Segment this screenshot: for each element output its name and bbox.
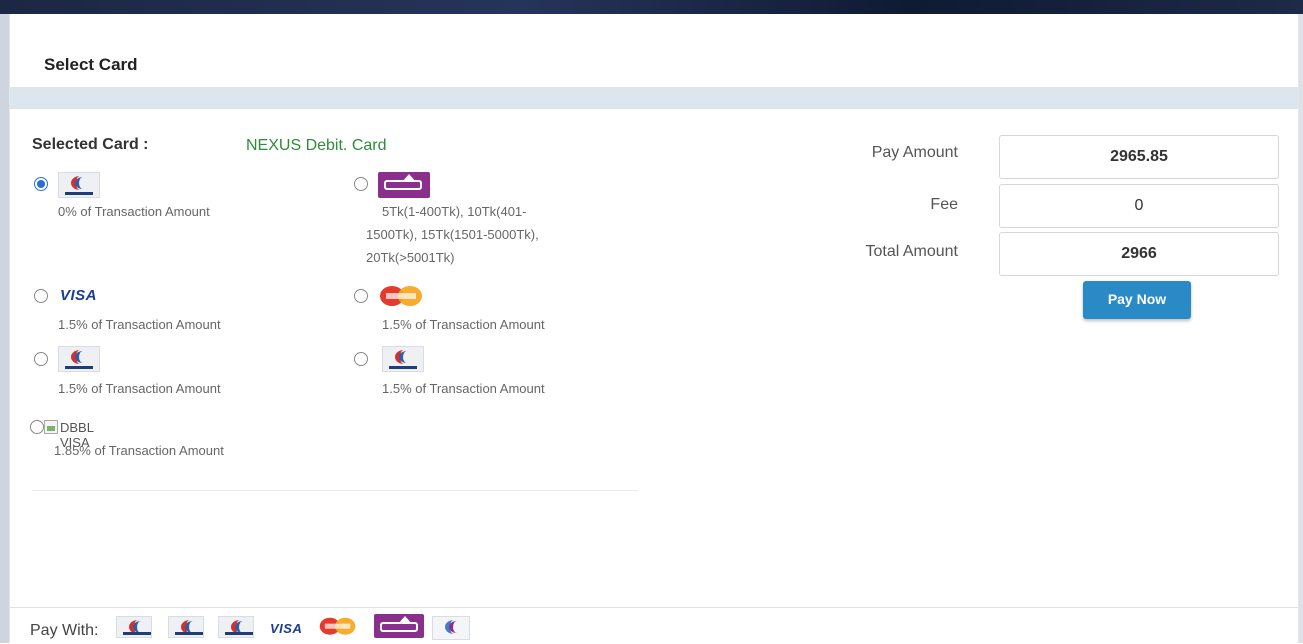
mastercard-logo bbox=[378, 284, 426, 308]
panel-title: Select Card bbox=[44, 55, 138, 74]
total-amount-field[interactable]: 2966 bbox=[999, 232, 1279, 276]
header-band bbox=[10, 87, 1298, 109]
dbbl-nexus-logo bbox=[218, 616, 254, 638]
pay-with-footer: Pay With: VISA bbox=[10, 607, 1298, 644]
mastercard-logo bbox=[318, 616, 359, 636]
radio-mastercard[interactable] bbox=[354, 289, 368, 303]
dbbl-nexus-logo bbox=[168, 616, 204, 638]
bkash-logo bbox=[374, 614, 424, 638]
fee-field[interactable]: 0 bbox=[999, 184, 1279, 228]
panel-header: Select Card bbox=[10, 14, 1298, 88]
total-amount-label: Total Amount bbox=[865, 243, 959, 260]
fee-text-line-2: 1500Tk), 15Tk(1501-5000Tk), bbox=[366, 227, 539, 242]
dbbl-logo bbox=[58, 346, 100, 372]
bkash-logo bbox=[378, 172, 430, 198]
dbbl-nexus-logo bbox=[58, 172, 100, 198]
fee-text-line-3: 20Tk(>5001Tk) bbox=[366, 250, 455, 265]
fee-text: 1.5% of Transaction Amount bbox=[58, 317, 221, 332]
dbbl-nexus-logo bbox=[116, 616, 152, 638]
radio-visa[interactable] bbox=[34, 289, 48, 303]
radio-dbbl-2[interactable] bbox=[354, 352, 368, 366]
fee-text: 1.5% of Transaction Amount bbox=[58, 381, 221, 396]
radio-dbbl-visa[interactable] bbox=[30, 420, 44, 434]
radio-bkash[interactable] bbox=[354, 177, 368, 191]
pay-with-label: Pay With: bbox=[30, 622, 99, 639]
selected-card-value: NEXUS Debit. Card bbox=[246, 137, 387, 154]
broken-image-icon bbox=[44, 420, 58, 434]
fee-text: 1.5% of Transaction Amount bbox=[382, 317, 545, 332]
pay-amount-label: Pay Amount bbox=[871, 144, 958, 161]
fee-text: 0% of Transaction Amount bbox=[58, 204, 210, 219]
pay-amount-field[interactable]: 2965.85 bbox=[999, 135, 1279, 179]
radio-dbbl-1[interactable] bbox=[34, 352, 48, 366]
fee-text: 1.85% of Transaction Amount bbox=[54, 443, 224, 458]
dbbl-logo bbox=[382, 346, 424, 372]
select-card-panel: Select Card Selected Card : NEXUS Debit.… bbox=[9, 14, 1299, 644]
top-strip bbox=[0, 0, 1303, 14]
visa-logo: VISA bbox=[270, 621, 303, 636]
pay-now-button[interactable]: Pay Now bbox=[1083, 281, 1191, 319]
selected-card-label: Selected Card : bbox=[32, 136, 149, 153]
options-divider bbox=[32, 490, 638, 491]
left-edge bbox=[0, 14, 9, 643]
fee-label: Fee bbox=[930, 196, 958, 213]
rocket-logo bbox=[432, 616, 470, 640]
radio-nexus[interactable] bbox=[34, 177, 48, 191]
fee-text-line-1: 5Tk(1-400Tk), 10Tk(401- bbox=[382, 204, 527, 219]
visa-logo: VISA bbox=[60, 287, 98, 304]
fee-text: 1.5% of Transaction Amount bbox=[382, 381, 545, 396]
